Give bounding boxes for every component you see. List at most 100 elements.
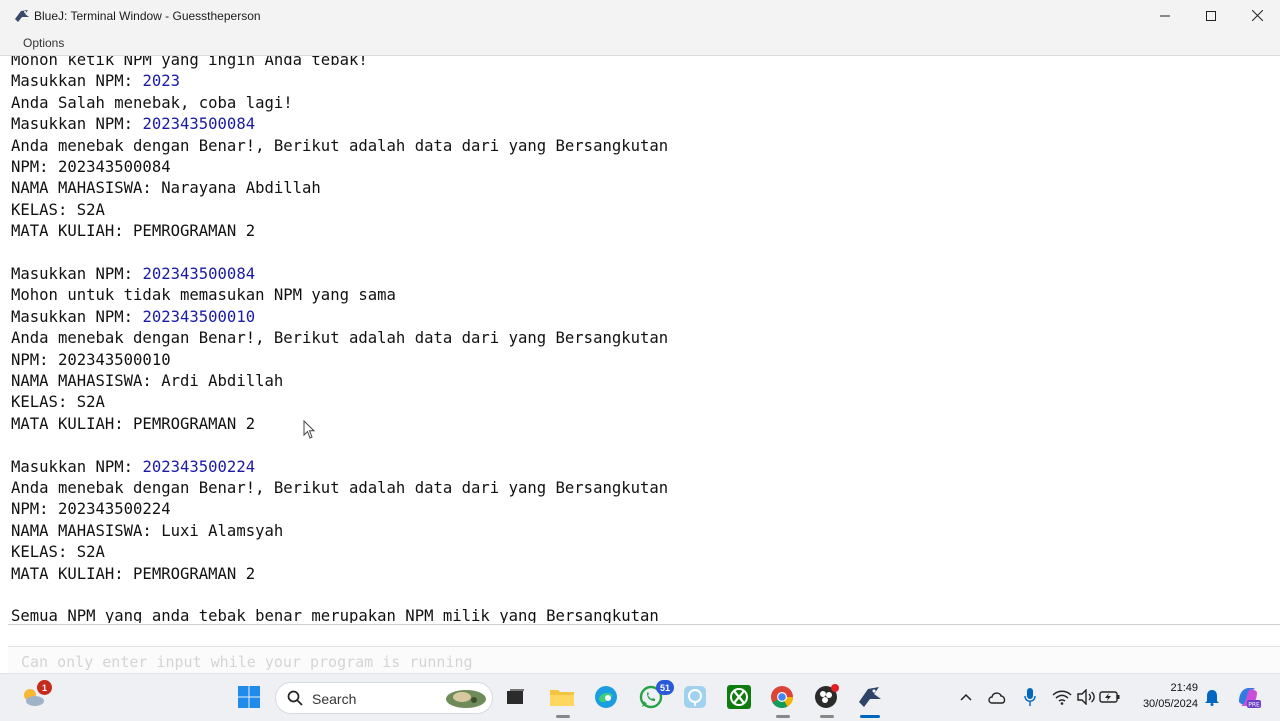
output-text: Masukkan NPM: [11,72,143,91]
weather-widget[interactable]: 1 [19,680,52,711]
output-text: Mohon untuk tidak memasukan NPM yang sam… [11,286,396,305]
title-bar: BlueJ: Terminal Window - Guesstheperson [0,0,1280,31]
clock-time[interactable]: 21:49 [1128,682,1198,694]
maximize-button[interactable] [1188,0,1234,31]
wifi-icon [1052,690,1072,705]
whatsapp-button[interactable]: 51 [637,680,674,711]
terminal-line: MATA KULIAH: PEMROGRAMAN 2 [11,221,255,242]
output-text: KELAS: S2A [11,200,105,219]
terminal-line: Masukkan NPM: 2023 [11,71,180,92]
maximize-icon [1206,10,1216,21]
terminal-line: Masukkan NPM: 202343500224 [11,457,255,478]
terminal-line: MATA KULIAH: PEMROGRAMAN 2 [11,414,255,435]
output-text: Anda Salah menebak, coba lagi! [11,93,293,112]
output-text: NPM: 202343500084 [11,158,171,176]
bluej-taskbar-button[interactable] [856,683,884,711]
terminal-divider [8,624,1280,625]
notifications-button[interactable] [1198,683,1226,711]
xbox-button[interactable] [725,683,753,711]
remote-desktop-icon [684,686,706,708]
window-title: BlueJ: Terminal Window - Guesstheperson [34,8,261,23]
onedrive-button[interactable] [984,683,1012,711]
battery-charging-icon [1099,691,1120,703]
terminal-input-field[interactable] [19,652,923,672]
terminal-line: NAMA MAHASISWA: Luxi Alamsyah [11,521,283,542]
copilot-button[interactable]: PRE [1234,683,1262,711]
clock-date[interactable]: 30/05/2024 [1128,698,1198,710]
start-button[interactable] [235,683,263,711]
search-icon [287,690,303,706]
output-text: NPM: 202343500010 [11,350,171,369]
edge-button[interactable] [592,683,620,711]
minimize-icon [1160,15,1170,16]
user-input-text: 202343500010 [142,307,256,326]
user-input-text: 202343500084 [142,265,256,283]
microphone-icon [1024,688,1036,706]
output-text: Mohon ketik NPM yang ingin Anda tebak! [11,56,368,69]
terminal-line: KELAS: S2A [11,542,105,563]
terminal-line: NPM: 202343500010 [11,350,171,371]
terminal-line: Anda Salah menebak, coba lagi! [11,93,293,114]
mouse-cursor-icon [303,420,316,439]
explorer-running-indicator [556,715,570,718]
terminal-line: KELAS: S2A [11,392,105,413]
output-text: Masukkan NPM: [11,115,143,134]
task-view-icon [507,689,524,704]
terminal-line: Masukkan NPM: 202343500010 [11,307,255,328]
terminal-line: Anda menebak dengan Benar!, Berikut adal… [11,136,668,157]
menu-bar: Options [0,31,1280,56]
task-view-button[interactable] [501,683,529,711]
edge-browser-icon [595,686,617,708]
output-text: Anda menebak dengan Benar!, Berikut adal… [11,479,669,497]
output-text: NAMA MAHASISWA: Luxi Alamsyah [11,521,284,540]
taskbar: 1 Search 51 21:49 30/05/2024 PRE [0,673,1280,721]
minimize-button[interactable] [1142,0,1188,31]
terminal-line: Anda menebak dengan Benar!, Berikut adal… [11,328,668,349]
svg-text:PRE: PRE [1248,702,1260,709]
file-explorer-button[interactable] [548,683,576,711]
bluej-active-indicator [860,715,880,718]
terminal-line: Masukkan NPM: 202343500084 [11,264,255,285]
battery-button[interactable] [1096,683,1124,711]
terminal-line: Anda menebak dengan Benar!, Berikut adal… [11,478,668,499]
output-text: Semua NPM yang anda tebak benar merupaka… [11,607,659,623]
output-text: Masukkan NPM: [11,307,143,326]
cloud-sync-icon [988,692,1006,704]
options-menu[interactable]: Options [23,36,64,50]
output-text: Anda menebak dengan Benar!, Berikut adal… [11,329,669,348]
remote-app-button[interactable] [681,683,709,711]
close-button[interactable] [1234,0,1280,31]
taskbar-search-box[interactable]: Search [275,682,493,714]
user-input-text: 202343500224 [142,457,256,476]
bluej-app-icon [15,9,29,22]
terminal-line: NPM: 202343500224 [11,499,171,520]
show-hidden-icons-button[interactable] [952,683,980,711]
obs-button[interactable] [812,683,840,711]
terminal-input-area [8,646,1280,675]
output-text: KELAS: S2A [11,393,105,412]
windows-logo-icon [238,686,260,708]
output-text: Masukkan NPM: [11,265,143,283]
whatsapp-badge: 51 [656,680,674,695]
terminal-line: NPM: 202343500084 [11,157,171,178]
weather-badge: 1 [37,680,52,695]
terminal-line: MATA KULIAH: PEMROGRAMAN 2 [11,564,255,585]
microphone-button[interactable] [1016,683,1044,711]
chrome-button[interactable] [768,683,796,711]
close-icon [1251,10,1263,21]
terminal-line: NAMA MAHASISWA: Narayana Abdillah [11,178,321,199]
chrome-running-indicator [776,715,790,718]
chevron-up-icon [960,693,972,701]
terminal-line: Mohon untuk tidak memasukan NPM yang sam… [11,285,396,306]
speaker-icon [1077,689,1095,705]
obs-running-indicator [820,715,834,718]
terminal-output[interactable]: Mohon ketik NPM yang ingin Anda tebak! Ma… [0,56,1280,623]
output-text: Anda menebak dengan Benar!, Berikut adal… [11,136,669,155]
terminal-line: Semua NPM yang anda tebak benar merupaka… [11,606,659,623]
output-text: NPM: 202343500224 [11,500,171,519]
search-label: Search [312,691,357,707]
terminal-line: KELAS: S2A [11,200,105,221]
output-text: KELAS: S2A [11,543,105,562]
obs-recording-icon [815,684,839,708]
output-text: Masukkan NPM: [11,457,143,476]
